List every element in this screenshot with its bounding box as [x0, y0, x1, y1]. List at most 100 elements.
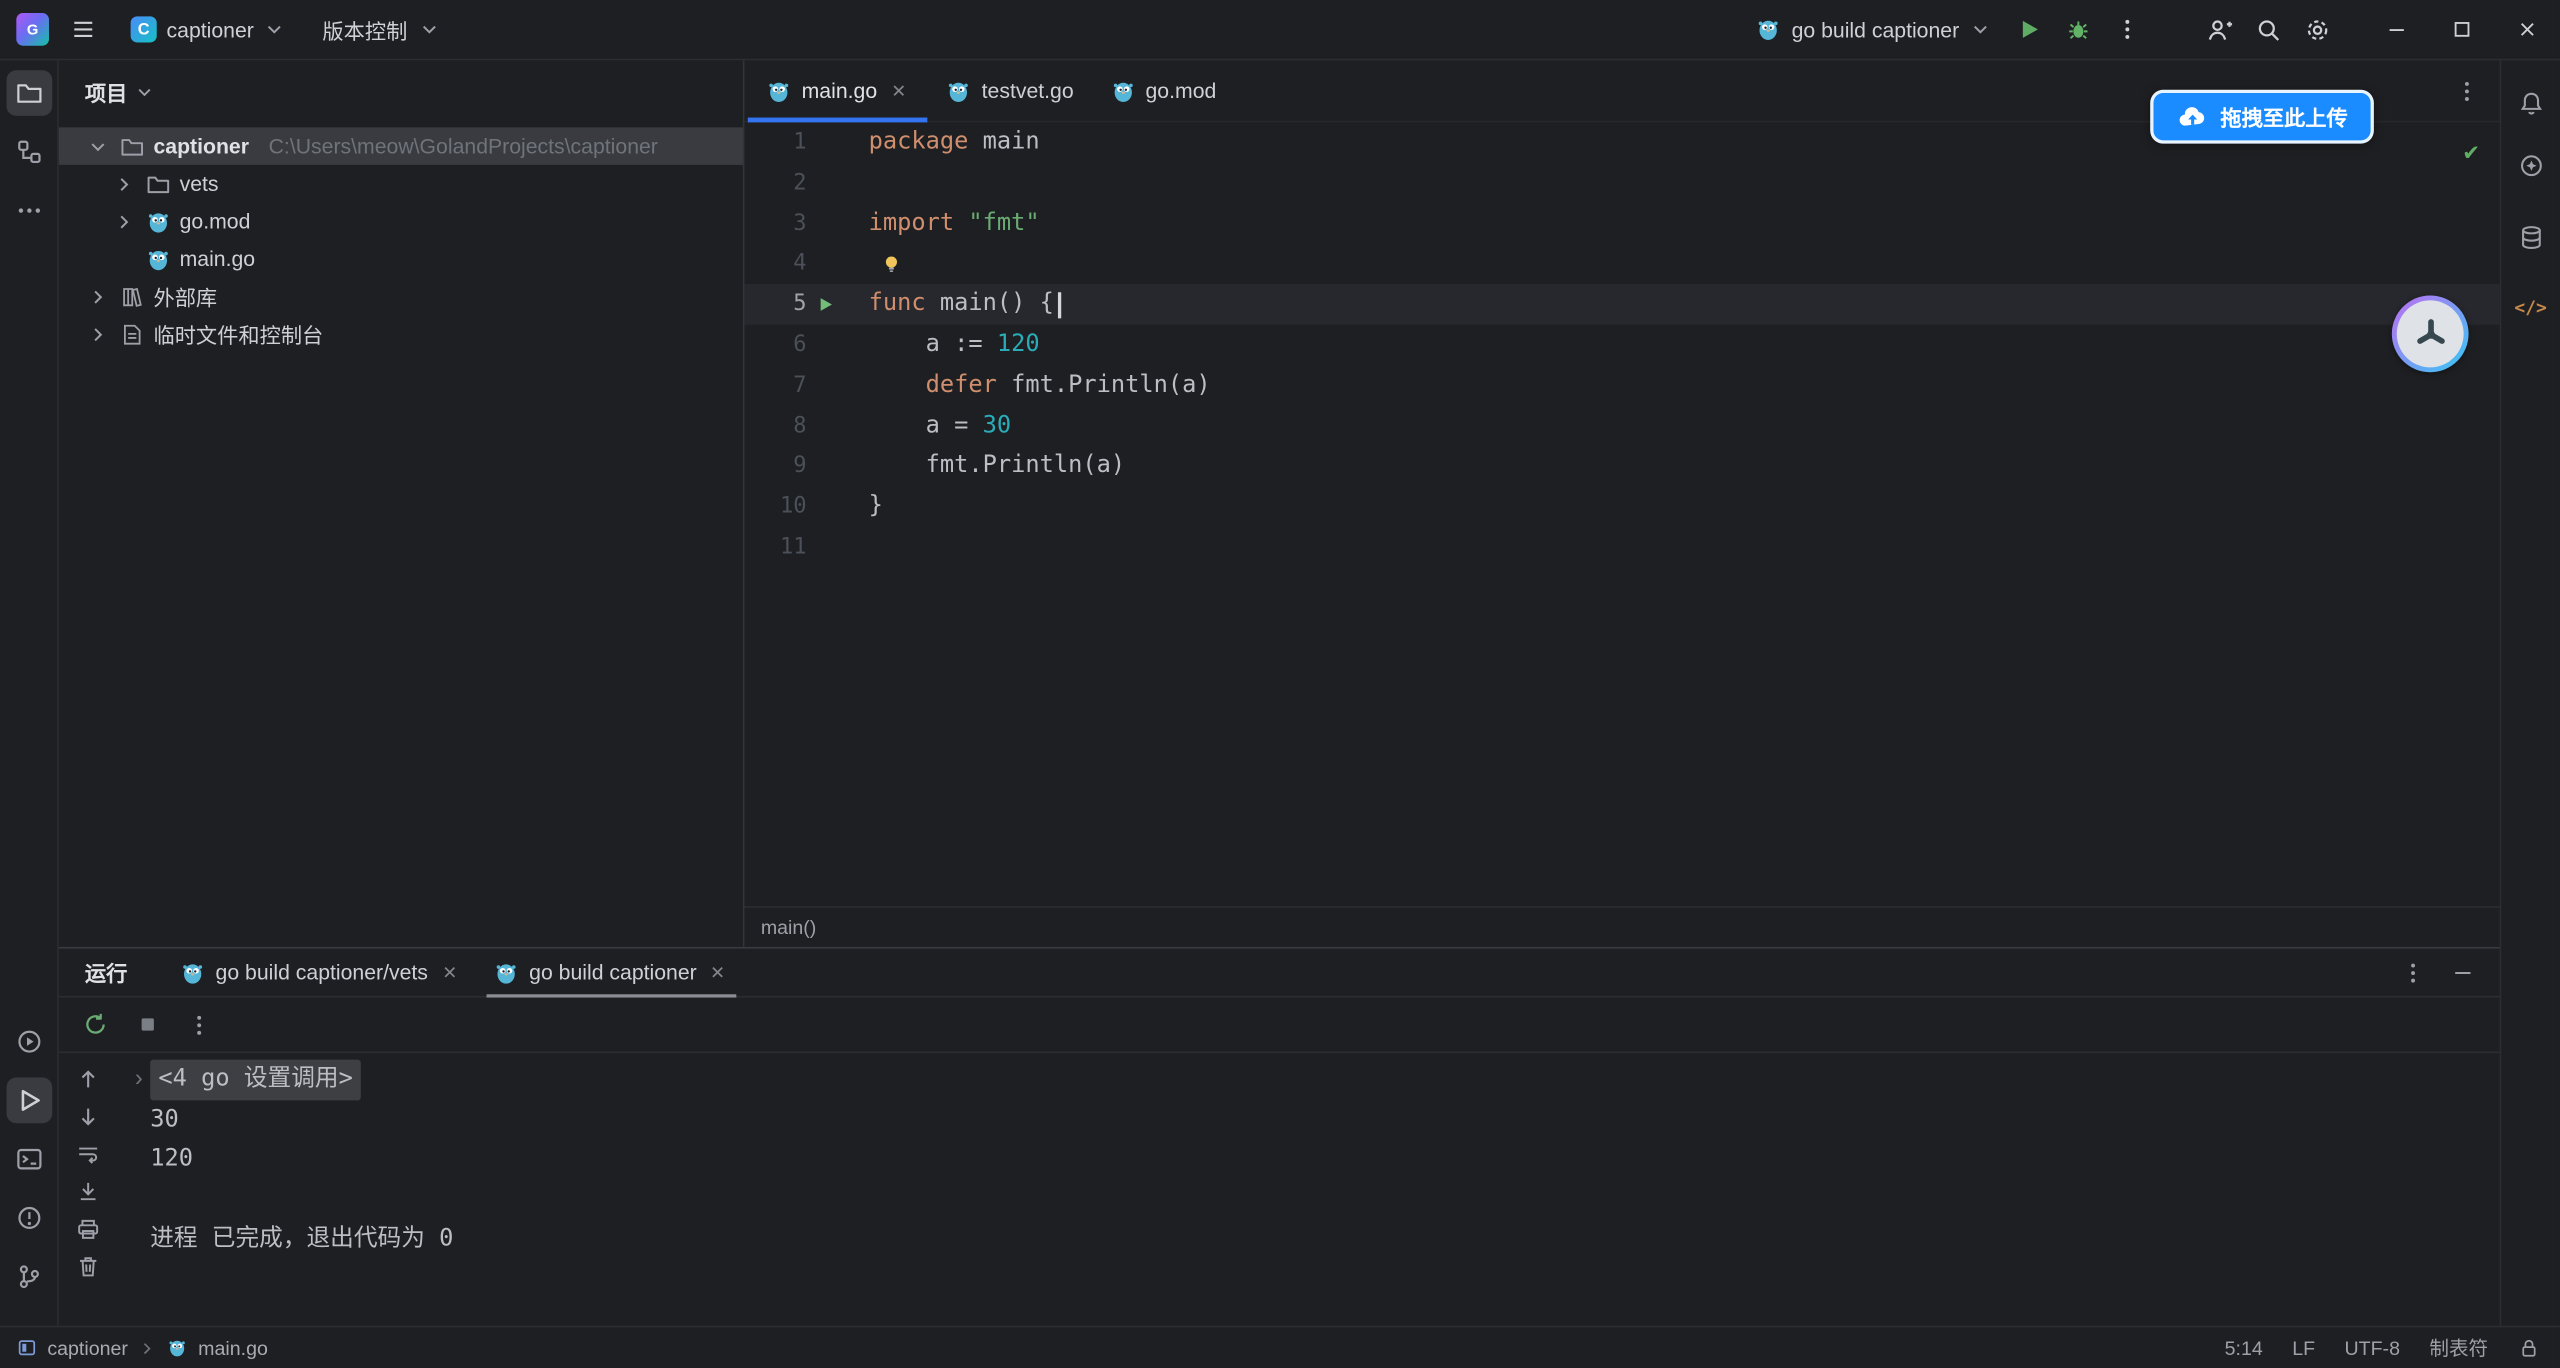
tool-services-button[interactable]: [6, 1019, 52, 1065]
hamburger-icon: [70, 16, 96, 42]
chevron-right-icon[interactable]: [111, 172, 137, 195]
run-play-icon: [2016, 16, 2042, 42]
code-token: func: [869, 284, 940, 324]
lock-icon[interactable]: [2518, 1336, 2541, 1359]
up-arrow-icon[interactable]: [75, 1066, 101, 1092]
tool-project-button[interactable]: [6, 70, 52, 116]
run-button[interactable]: [2005, 5, 2054, 54]
code-line-4[interactable]: 4: [744, 244, 2499, 284]
line-number: 9: [744, 446, 806, 486]
print-icon[interactable]: [75, 1216, 101, 1242]
tool-structure-button[interactable]: [6, 129, 52, 175]
code-line-2[interactable]: 2: [744, 163, 2499, 203]
ai-assistant-button[interactable]: [2508, 142, 2554, 188]
tool-run-button[interactable]: [6, 1078, 52, 1124]
run-configuration-selector[interactable]: go build captioner: [1743, 5, 2005, 54]
tree-item-scratches-consoles[interactable]: 临时文件和控制台: [59, 315, 743, 353]
tree-item-vets[interactable]: vets: [59, 165, 743, 203]
run-gutter-icon[interactable]: [807, 284, 843, 324]
console-output[interactable]: ›<4 go 设置调用>30120 进程 已完成，退出代码为 0: [118, 1053, 2500, 1326]
notifications-button[interactable]: [2508, 80, 2554, 126]
cloud-upload-icon: [2176, 104, 2209, 128]
project-panel-header[interactable]: 项目: [59, 60, 743, 122]
vcs-widget[interactable]: 版本控制: [309, 5, 453, 54]
more-actions-button[interactable]: [2103, 5, 2152, 54]
code-with-me-button[interactable]: [2194, 5, 2243, 54]
down-arrow-icon[interactable]: [75, 1104, 101, 1130]
tree-item-label: 外部库: [153, 281, 217, 312]
more-tool-windows-button[interactable]: [6, 188, 52, 234]
hide-tool-window-icon[interactable]: [2441, 951, 2483, 993]
chevron-right-icon[interactable]: [85, 285, 111, 308]
editor-tab-options-icon[interactable]: [2454, 78, 2480, 104]
chevron-right-icon[interactable]: [85, 322, 111, 345]
run-more-options-icon[interactable]: [186, 1011, 212, 1037]
endpoints-button[interactable]: </>: [2508, 286, 2554, 332]
status-project-crumb[interactable]: captioner: [47, 1336, 128, 1359]
run-tab-captioner[interactable]: go build captioner: [477, 949, 746, 996]
editor-tab-main-go[interactable]: main.go: [748, 60, 928, 120]
code-line-5[interactable]: 5func main() {: [744, 284, 2499, 324]
maximize-button[interactable]: [2429, 0, 2494, 60]
scroll-to-end-icon[interactable]: [75, 1179, 101, 1205]
tool-vcs-button[interactable]: [6, 1254, 52, 1300]
code-line-3[interactable]: 3import "fmt": [744, 203, 2499, 243]
tree-item-go-mod[interactable]: go.mod: [59, 202, 743, 240]
run-options-icon[interactable]: [2392, 951, 2434, 993]
code-line-10[interactable]: 10}: [744, 487, 2499, 527]
database-icon: [2517, 223, 2545, 251]
code-line-9[interactable]: 9 fmt.Println(a): [744, 446, 2499, 486]
fold-expander-icon[interactable]: ›: [127, 1060, 150, 1100]
code-line-7[interactable]: 7 defer fmt.Println(a): [744, 365, 2499, 405]
gutter: 11: [744, 527, 842, 567]
git-branch-icon: [14, 1262, 43, 1291]
code-editor[interactable]: 1package main23import "fmt"45func main()…: [744, 122, 2499, 906]
console-text: 进程 已完成，退出代码为 0: [127, 1220, 453, 1260]
drag-upload-button[interactable]: 拖拽至此上传: [2150, 90, 2374, 144]
debug-button[interactable]: [2054, 5, 2103, 54]
soft-wrap-icon[interactable]: [75, 1141, 101, 1167]
editor-tab-go-mod[interactable]: go.mod: [1092, 60, 1235, 120]
status-item-1[interactable]: LF: [2292, 1336, 2315, 1359]
tree-item-main-go[interactable]: main.go: [59, 240, 743, 278]
status-item-3[interactable]: 制表符: [2429, 1334, 2488, 1362]
chevron-right-icon[interactable]: [111, 210, 137, 233]
code-text: [842, 163, 868, 203]
minimize-button[interactable]: [2364, 0, 2429, 60]
debug-bug-icon: [2065, 16, 2091, 42]
chevron-down-icon[interactable]: [85, 135, 111, 158]
main-menu-button[interactable]: [59, 5, 108, 54]
editor-tab-testvet-go[interactable]: testvet.go: [928, 60, 1092, 120]
project-selector[interactable]: C captioner: [118, 5, 300, 54]
breadcrumb-item[interactable]: main(): [761, 916, 817, 939]
settings-button[interactable]: [2292, 5, 2341, 54]
tree-item-external-libraries[interactable]: 外部库: [59, 278, 743, 316]
gutter-spacer: [807, 487, 843, 527]
tool-problems-button[interactable]: [6, 1195, 52, 1241]
rerun-icon[interactable]: [82, 1011, 110, 1039]
tree-item-captioner-root[interactable]: captionerC:\Users\meow\GolandProjects\ca…: [59, 127, 743, 165]
close-button[interactable]: [2495, 0, 2560, 60]
code-token: [869, 365, 926, 405]
search-everywhere-button[interactable]: [2243, 5, 2292, 54]
close-tab-icon[interactable]: [707, 962, 730, 983]
tree-item-label: main.go: [180, 247, 256, 271]
status-file-crumb[interactable]: main.go: [198, 1336, 268, 1359]
line-number: 7: [744, 365, 806, 405]
inspection-ok-icon[interactable]: ✔: [2462, 136, 2480, 176]
clear-console-icon[interactable]: [75, 1254, 101, 1280]
tool-terminal-button[interactable]: [6, 1136, 52, 1182]
console-line-1: 30: [127, 1100, 2499, 1140]
code-line-6[interactable]: 6 a := 120: [744, 325, 2499, 365]
status-item-0[interactable]: 5:14: [2225, 1336, 2263, 1359]
status-item-2[interactable]: UTF-8: [2344, 1336, 2400, 1359]
close-tab-icon[interactable]: [887, 80, 910, 101]
database-button[interactable]: [2508, 214, 2554, 260]
stop-icon[interactable]: [136, 1012, 160, 1036]
close-tab-icon[interactable]: [438, 962, 461, 983]
code-line-11[interactable]: 11: [744, 527, 2499, 567]
run-tab-captioner-vets[interactable]: go build captioner/vets: [163, 949, 477, 996]
code-line-8[interactable]: 8 a = 30: [744, 406, 2499, 446]
project-panel: 项目 captionerC:\Users\meow\GolandProjects…: [59, 60, 745, 947]
intention-bulb-icon[interactable]: [878, 253, 904, 276]
